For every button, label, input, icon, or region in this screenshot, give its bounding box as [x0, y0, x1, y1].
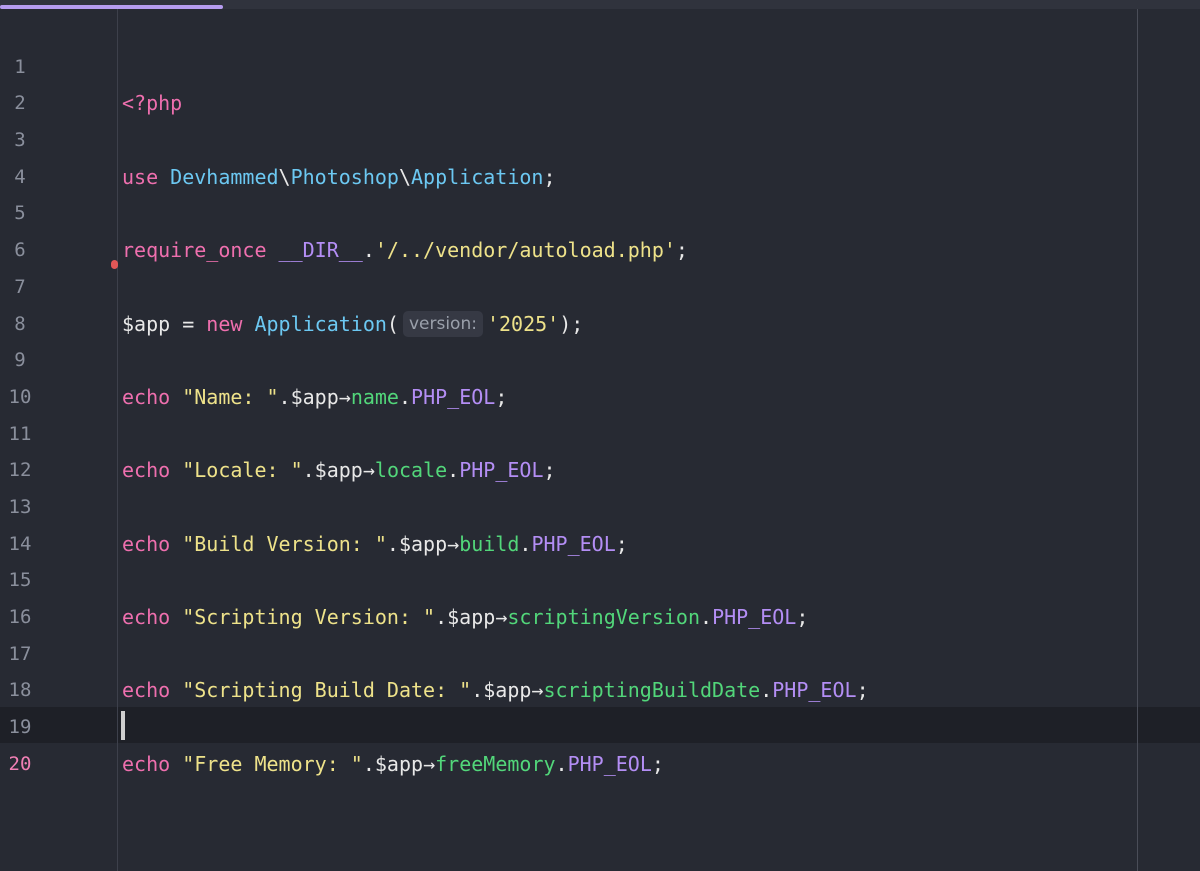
- code-line[interactable]: 3 use Devhammed\Photoshop\Application;: [0, 85, 1200, 189]
- code-line[interactable]: 18: [0, 636, 1200, 701]
- code-line[interactable]: 16: [0, 562, 1200, 628]
- line-number-active[interactable]: 20: [0, 746, 40, 783]
- constant: PHP_EOL: [567, 751, 652, 776]
- code-line[interactable]: 2: [0, 49, 1200, 114]
- code-line[interactable]: 4: [0, 122, 1200, 188]
- active-tab-indicator: [0, 5, 223, 9]
- code-line[interactable]: 1 <?php: [0, 12, 1200, 116]
- keyword: echo: [122, 751, 171, 776]
- code-line[interactable]: 15 echo "Scripting Version: ".$app→scrip…: [0, 526, 1200, 629]
- code-line[interactable]: 8: [0, 269, 1200, 335]
- code-line[interactable]: 11 echo "Locale: ".$app→locale.PHP_EOL;: [0, 379, 1200, 483]
- code-line[interactable]: 19 echo "Free Memory: ".$app→freeMemory.…: [0, 672, 1200, 776]
- code-editor[interactable]: 1 <?php 2 3 use Devhammed\Photoshop\Appl…: [0, 0, 1200, 871]
- property-name: freeMemory: [435, 751, 556, 776]
- variable: .$app: [362, 751, 424, 776]
- concat-operator: .: [555, 751, 568, 776]
- string-literal: "Free Memory: ": [182, 751, 363, 776]
- code-line[interactable]: 5 require_once __DIR__.'/../vendor/autol…: [0, 159, 1200, 262]
- code-lines[interactable]: 1 <?php 2 3 use Devhammed\Photoshop\Appl…: [0, 12, 1200, 776]
- code-line-active[interactable]: 20: [0, 709, 1200, 775]
- arrow-operator: →: [423, 751, 436, 776]
- line-content[interactable]: echo "Free Memory: ".$app→freeMemory.PHP…: [122, 746, 664, 783]
- tab-strip: [0, 0, 1200, 9]
- code-line[interactable]: 14: [0, 489, 1200, 555]
- code-line[interactable]: 9 echo "Name: ".$app→name.PHP_EOL;: [0, 306, 1200, 409]
- code-line[interactable]: 13 echo "Build Version: ".$app→build.PHP…: [0, 452, 1200, 556]
- code-line[interactable]: 17 echo "Scripting Build Date: ".$app→sc…: [0, 599, 1200, 703]
- punctuation: ;: [651, 751, 664, 776]
- code-line[interactable]: 6: [0, 195, 1200, 261]
- text-caret: [121, 711, 125, 740]
- code-line[interactable]: 7 $app = new Application(version: '2025')…: [0, 232, 1200, 337]
- code-line[interactable]: 10: [0, 342, 1200, 408]
- code-line[interactable]: 12: [0, 416, 1200, 481]
